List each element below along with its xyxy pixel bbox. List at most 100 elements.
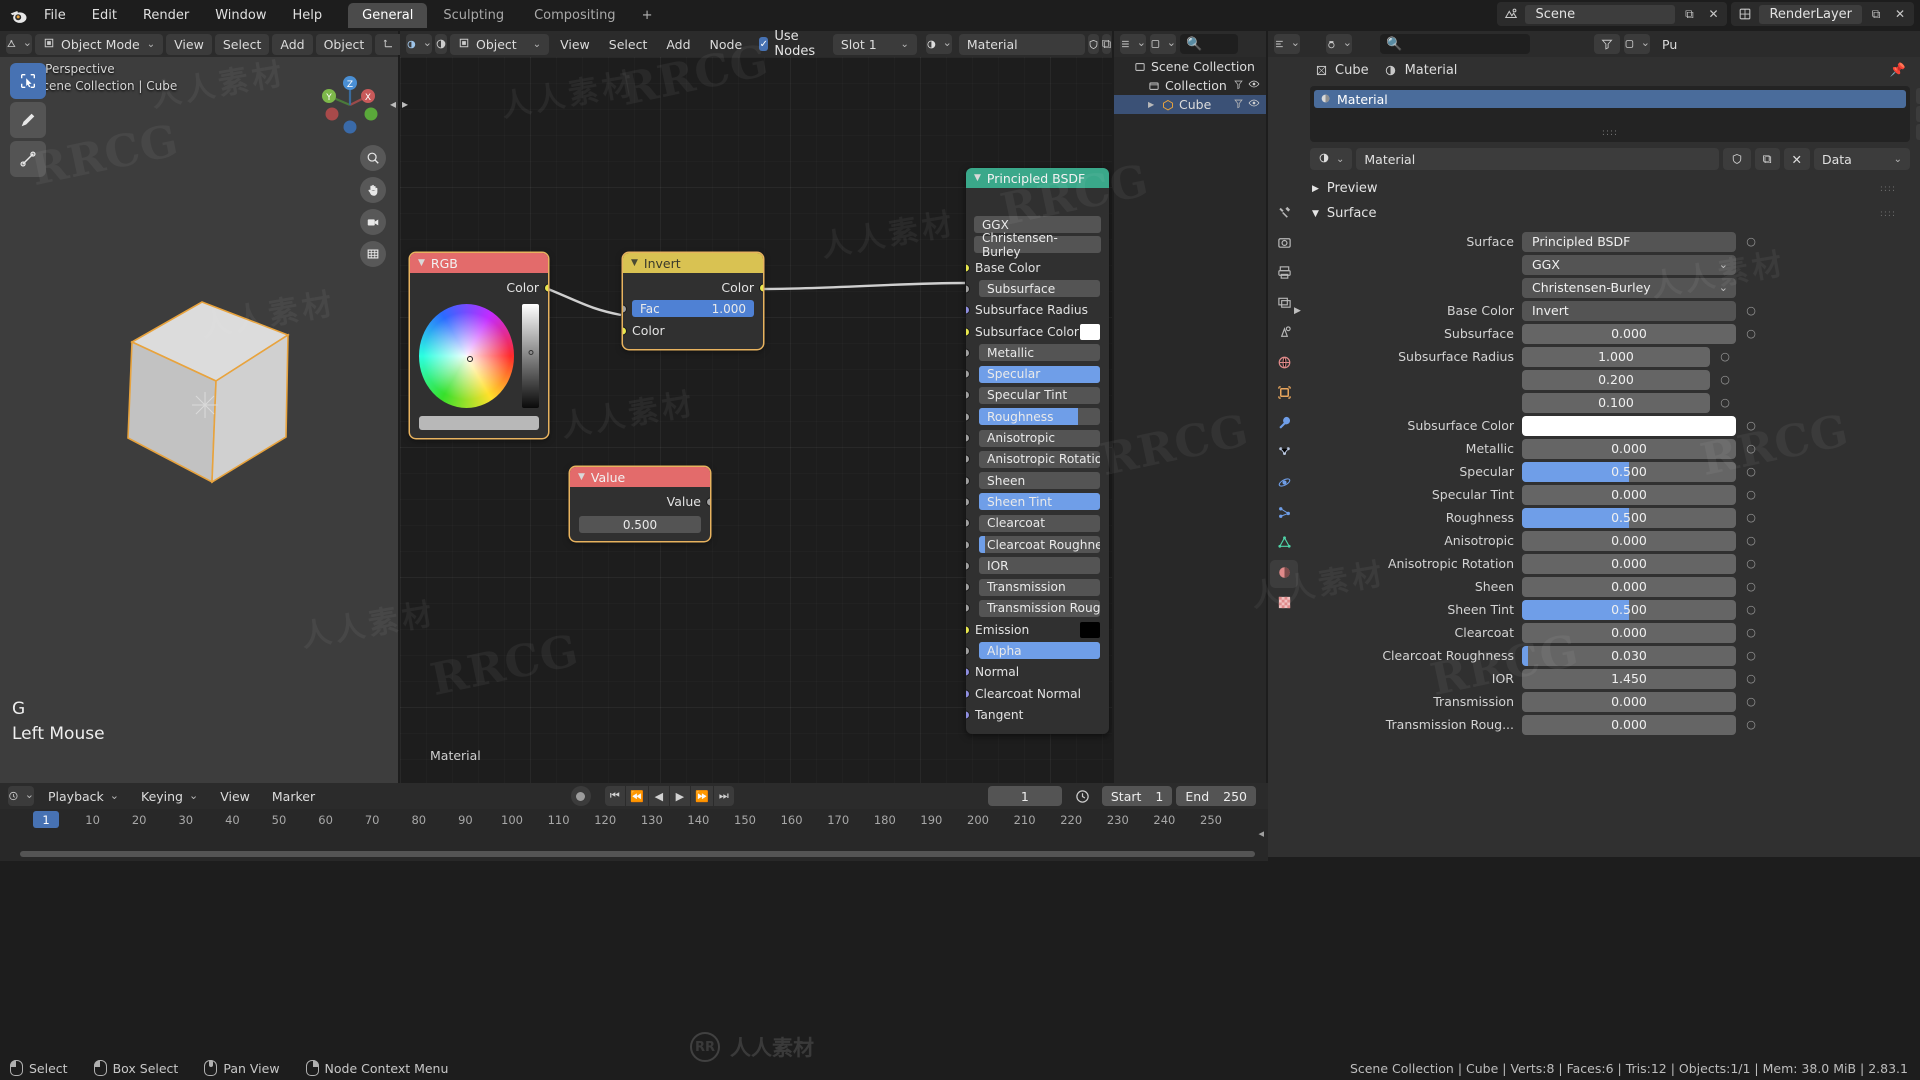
input-socket[interactable]	[966, 412, 970, 422]
bsdf-socket-row[interactable]: Clearcoat Normal	[966, 683, 1109, 704]
world-tab[interactable]	[1270, 350, 1298, 378]
property-value[interactable]: 0.500	[1522, 507, 1736, 528]
bsdf-socket-row[interactable]: IOR	[966, 555, 1109, 576]
property-control[interactable]: 0.000	[1522, 438, 1736, 459]
measure-tool[interactable]	[10, 141, 46, 177]
collapse-triangle-icon[interactable]: ▼	[631, 258, 638, 268]
editor-type-icon[interactable]	[6, 34, 32, 54]
color-swatch[interactable]	[1080, 323, 1100, 340]
texture-tab[interactable]	[1270, 590, 1298, 618]
color-hex-bar[interactable]	[419, 416, 539, 430]
input-socket-color[interactable]	[623, 326, 627, 335]
output-socket-value[interactable]	[706, 497, 710, 506]
node-rgb-color-picker[interactable]	[410, 298, 548, 408]
property-control[interactable]: 0.000	[1522, 691, 1736, 712]
expand-triangle-icon[interactable]: ▶	[1148, 100, 1156, 109]
input-socket[interactable]	[966, 561, 970, 571]
node-value-output[interactable]: Value	[570, 491, 710, 512]
modifier-tab[interactable]	[1270, 410, 1298, 438]
input-socket[interactable]	[966, 454, 970, 464]
add-slot-button[interactable]: +	[1916, 88, 1920, 104]
property-control[interactable]: 0.000	[1522, 576, 1736, 597]
add-workspace-button[interactable]: +	[632, 4, 663, 27]
node-menu-select[interactable]: Select	[601, 34, 656, 55]
play-button[interactable]: ▶	[669, 786, 690, 806]
animate-property-button[interactable]: ○	[1744, 304, 1758, 317]
property-value[interactable]: 0.000	[1522, 438, 1736, 459]
property-value[interactable]: 0.500	[1522, 599, 1736, 620]
bsdf-socket-row[interactable]: Base Color	[966, 257, 1109, 278]
constraints-tab[interactable]	[1270, 500, 1298, 528]
output-socket-color[interactable]	[544, 283, 548, 292]
viewport-menu-select[interactable]: Select	[214, 33, 270, 55]
bsdf-slider[interactable]: Sheen Tint	[979, 493, 1100, 511]
node-principled-bsdf[interactable]: ▼ Principled BSDF GGX Christensen-Burley…	[966, 168, 1109, 734]
menu-help[interactable]: Help	[281, 5, 335, 26]
output-socket-color[interactable]	[759, 283, 763, 292]
bsdf-slider[interactable]: Anisotropic Rotation	[979, 450, 1100, 468]
property-control[interactable]: 0.500	[1522, 507, 1736, 528]
property-value[interactable]: GGX ⌄	[1522, 254, 1736, 275]
animate-property-button[interactable]: ○	[1744, 419, 1758, 432]
expand-triangle-icon[interactable]: ▶	[1294, 306, 1301, 316]
bsdf-slider[interactable]: Alpha	[979, 642, 1100, 660]
previous-keyframe-button[interactable]: ⏪	[625, 786, 648, 806]
input-socket[interactable]	[966, 348, 970, 358]
input-socket[interactable]	[966, 540, 970, 549]
timeline-editor[interactable]: 1102030405060708090100110120130140150160…	[0, 809, 1268, 861]
pan-button[interactable]	[360, 177, 386, 203]
bsdf-socket-row[interactable]: Clearcoat Roughness	[966, 534, 1109, 555]
jump-to-start-button[interactable]: ⏮	[604, 786, 625, 806]
input-socket[interactable]	[966, 582, 970, 592]
property-value[interactable]: 0.000	[1522, 530, 1736, 551]
data-dropdown[interactable]: Data ⌄	[1814, 148, 1910, 170]
object-mode-dropdown[interactable]: Object Mode ⌄	[35, 33, 164, 55]
animate-property-button[interactable]: ○	[1744, 465, 1758, 478]
input-socket[interactable]	[966, 390, 970, 400]
animate-property-button[interactable]: ○	[1718, 396, 1732, 409]
input-socket[interactable]	[966, 625, 970, 635]
input-socket[interactable]	[966, 327, 970, 337]
property-value[interactable]: 1.000	[1522, 346, 1710, 367]
collapse-triangle-icon[interactable]: ▼	[578, 472, 585, 482]
animate-property-button[interactable]: ○	[1744, 718, 1758, 731]
property-value[interactable]: 0.000	[1522, 484, 1736, 505]
visibility-eye-icon[interactable]	[1248, 97, 1260, 112]
timeline-menu-playback[interactable]: Playback	[40, 786, 127, 807]
property-control[interactable]: 0.200	[1522, 369, 1710, 390]
new-viewlayer-icon[interactable]: ⧉	[1866, 4, 1886, 24]
use-nodes-checkbox[interactable]: ✓ Use Nodes	[759, 29, 820, 59]
cube-object[interactable]	[120, 297, 295, 491]
property-value[interactable]: 0.000	[1522, 622, 1736, 643]
node-invert-output-color[interactable]: Color	[623, 277, 763, 298]
property-control[interactable]: GGX ⌄	[1522, 254, 1736, 275]
annotate-tool[interactable]	[10, 102, 46, 138]
property-value[interactable]: Invert	[1522, 300, 1736, 321]
filter-dropdown-icon[interactable]	[1624, 34, 1650, 54]
viewport-menu-view[interactable]: View	[166, 33, 212, 55]
workspace-tab-general[interactable]: General	[348, 3, 428, 28]
scene-name-field[interactable]: Scene	[1525, 4, 1676, 24]
property-control[interactable]: 0.000	[1522, 484, 1736, 505]
node-menu-add[interactable]: Add	[658, 34, 698, 55]
timeline-scrollbar[interactable]	[20, 851, 1255, 857]
animate-property-button[interactable]: ○	[1744, 511, 1758, 524]
bsdf-socket-row[interactable]: Subsurface Radius	[966, 300, 1109, 321]
property-value[interactable]: 0.030	[1522, 645, 1736, 666]
animate-property-button[interactable]: ○	[1744, 442, 1758, 455]
bsdf-slider[interactable]: Sheen	[979, 472, 1100, 490]
property-control[interactable]: Christensen-Burley ⌄	[1522, 277, 1736, 298]
property-control[interactable]: 0.030	[1522, 645, 1736, 666]
zoom-button[interactable]	[360, 145, 386, 171]
bsdf-slider[interactable]: Subsurface	[979, 280, 1100, 298]
timeline-menu-view[interactable]: View	[212, 786, 258, 807]
bsdf-slider[interactable]: Transmission	[979, 578, 1100, 596]
input-socket[interactable]	[966, 518, 970, 528]
next-keyframe-button[interactable]: ⏩	[690, 786, 713, 806]
new-material-button[interactable]: ⧉	[1754, 148, 1780, 170]
select-box-tool[interactable]	[10, 63, 46, 99]
object-tab[interactable]	[1270, 380, 1298, 408]
bsdf-socket-row[interactable]: Anisotropic Rotation	[966, 449, 1109, 470]
animate-property-button[interactable]: ○	[1744, 695, 1758, 708]
jump-to-end-button[interactable]: ⏭	[713, 786, 734, 806]
